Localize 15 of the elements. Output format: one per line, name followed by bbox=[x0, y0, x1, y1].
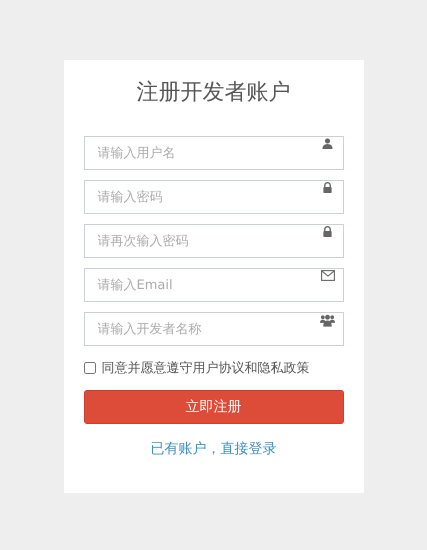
agreement-checkbox[interactable] bbox=[84, 362, 96, 374]
input-field[interactable]: 请输入用户名 bbox=[84, 136, 344, 170]
group-icon bbox=[320, 314, 334, 327]
login-link[interactable]: 已有账户，直接登录 bbox=[150, 440, 276, 458]
lock-icon bbox=[322, 226, 332, 237]
mail-icon bbox=[320, 270, 334, 281]
user-icon bbox=[322, 138, 332, 149]
form-title: 注册开发者账户 bbox=[136, 79, 292, 107]
register-button[interactable]: 立即注册 bbox=[84, 390, 344, 424]
input-field[interactable]: 请输入密码 bbox=[84, 180, 344, 214]
input-field[interactable]: 请再次输入密码 bbox=[84, 224, 344, 258]
lock-icon bbox=[322, 182, 332, 193]
input-field[interactable]: 请输入Email bbox=[84, 268, 344, 302]
agreement-label: 同意并愿意遵守用户协议和隐私政策 bbox=[102, 360, 310, 377]
input-field[interactable]: 请输入开发者名称 bbox=[84, 312, 344, 346]
